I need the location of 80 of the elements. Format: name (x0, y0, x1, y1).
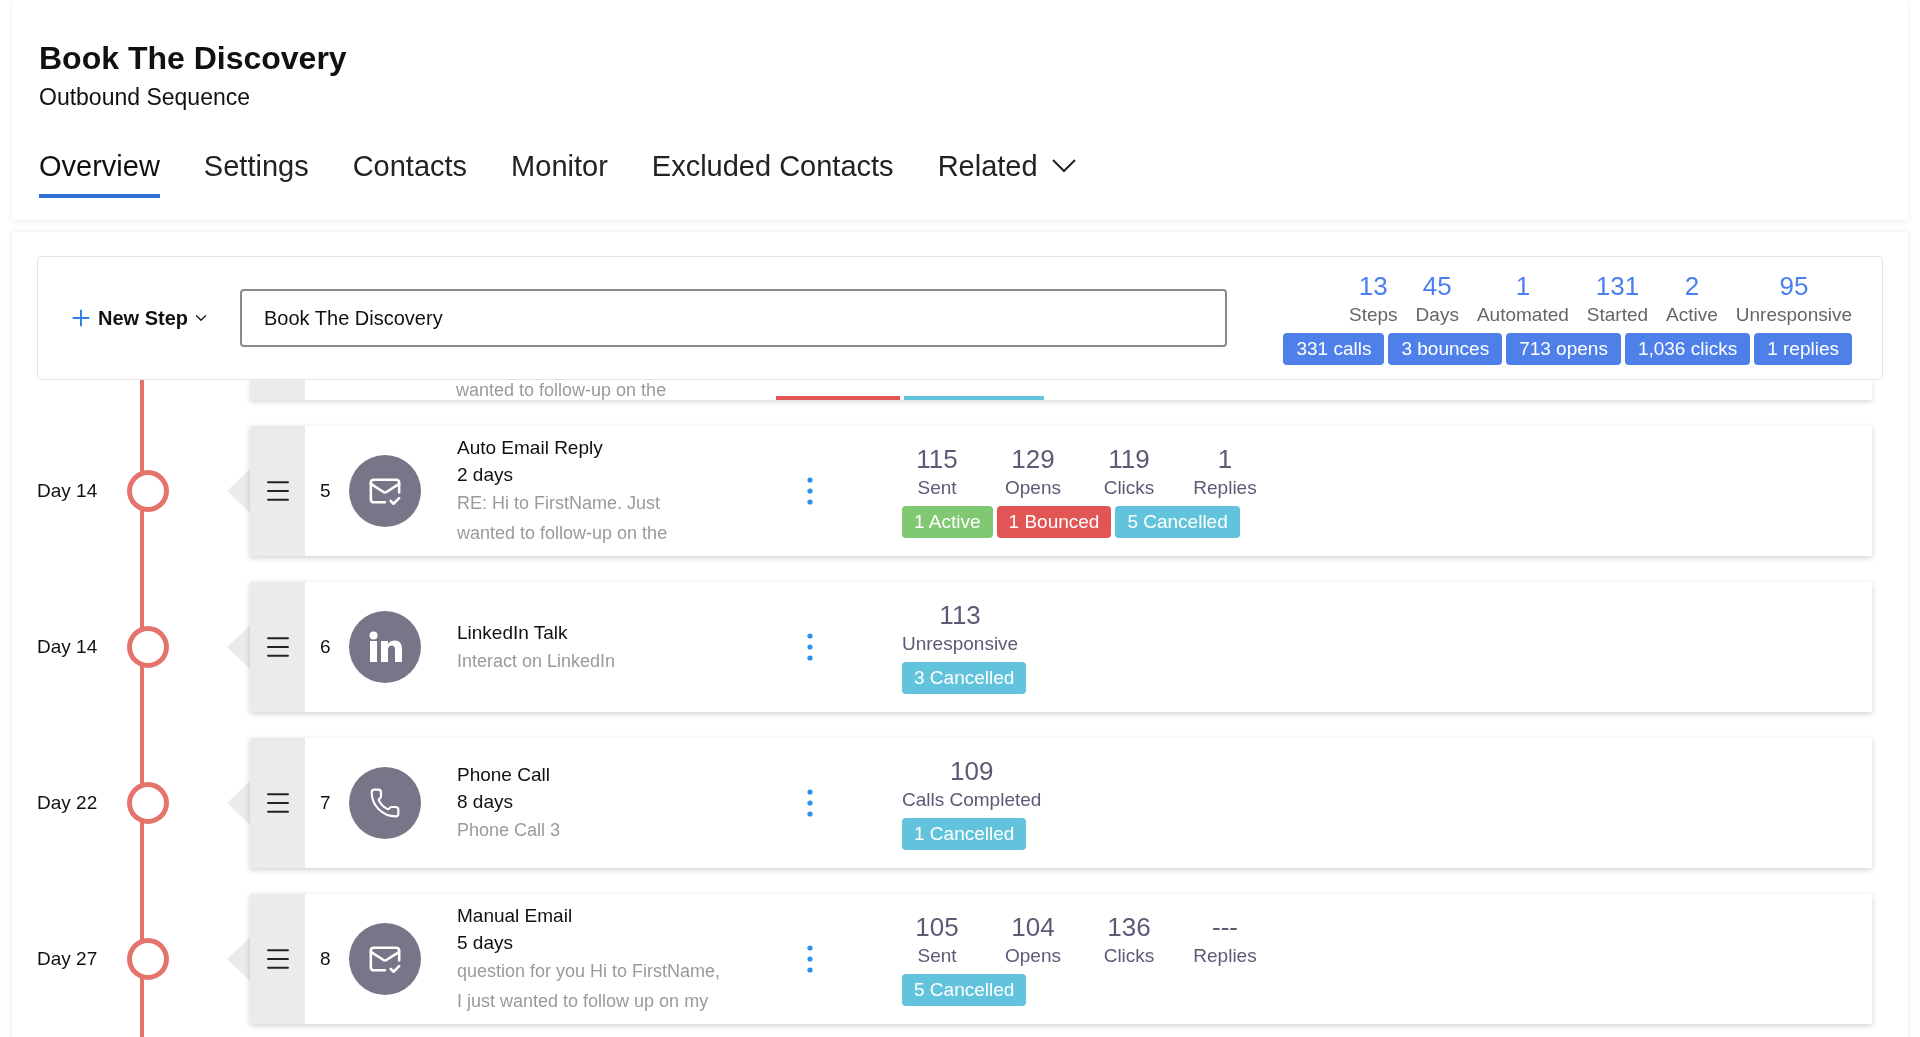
stat-label: Calls Completed (902, 788, 1042, 812)
step-description: question for you Hi to FirstName, I just wanted to follow up on my (457, 960, 722, 1013)
summary-value: 45 (1422, 271, 1452, 301)
day-label: Day 27 (37, 946, 99, 971)
step-duration: 5 days (457, 931, 514, 955)
step-title: LinkedIn Talk (457, 620, 569, 645)
page-title: Book The Discovery (39, 39, 348, 78)
step-number: 8 (320, 946, 332, 971)
sequence-name-field[interactable]: Book The Discovery (240, 289, 1228, 347)
step-description: RE: Hi to FirstName. Just wanted to follow-up on the (457, 492, 669, 545)
tab[interactable]: Contacts (352, 144, 468, 198)
stat-label: Clicks (1103, 944, 1155, 968)
stat-value: 1 (1217, 444, 1233, 474)
day-label: Day 14 (37, 478, 99, 503)
total-badge: 3 bounces (1388, 333, 1503, 365)
stat-label: Sent (917, 944, 957, 968)
summary-value: 131 (1595, 271, 1640, 301)
status-badge: 5 Cancelled (902, 974, 1027, 1006)
total-badge: 1 replies (1754, 333, 1852, 365)
tab[interactable]: Excluded Contacts (651, 144, 894, 198)
total-badge: 331 calls (1283, 333, 1385, 365)
stat-value: 129 (1011, 444, 1055, 474)
stat-label: Sent (917, 476, 957, 500)
stat-label: Unresponsive (902, 632, 1019, 656)
stat-value: 119 (1108, 444, 1150, 474)
stat-label: Opens (1005, 476, 1061, 500)
step-duration: 8 days (457, 790, 514, 814)
step-duration: 2 days (457, 463, 514, 487)
new-step-button[interactable]: New Step (68, 303, 211, 333)
stat-value: --- (1212, 912, 1238, 942)
status-badge: 1 Bounced (996, 506, 1112, 538)
summary-value: 95 (1779, 271, 1809, 301)
tab[interactable]: Monitor (511, 144, 608, 198)
more-icon (807, 789, 813, 817)
tab[interactable]: Settings (203, 144, 309, 198)
step-number: 6 (320, 634, 332, 659)
tab[interactable]: Overview (39, 144, 160, 198)
stat-value: 105 (915, 912, 959, 942)
step-number: 7 (320, 790, 332, 815)
summary-value: 13 (1358, 271, 1388, 301)
chevron-down-icon (1051, 159, 1076, 174)
tab[interactable]: Related (937, 144, 1076, 198)
stat-value: 136 (1107, 912, 1151, 942)
step-description: Interact on LinkedIn (457, 649, 617, 673)
stat-label: Replies (1193, 476, 1257, 500)
stat-label: Replies (1193, 944, 1257, 968)
summary-label: Days (1415, 303, 1459, 327)
linkedin-icon (368, 631, 402, 663)
status-badge: 3 Cancelled (902, 662, 1027, 694)
step-number: 5 (320, 478, 332, 503)
day-label: Day 14 (37, 634, 99, 659)
stat-label: Opens (1005, 944, 1061, 968)
total-badge: 713 opens (1506, 333, 1621, 365)
stat-value: 104 (1011, 912, 1055, 942)
stat-value: 109 (950, 756, 994, 786)
more-icon (807, 477, 813, 505)
summary-label: Active (1666, 303, 1718, 327)
day-label: Day 22 (37, 790, 99, 815)
summary-value: 2 (1684, 271, 1700, 301)
step-description: wanted to follow-up on the (456, 380, 667, 400)
total-badge: 1,036 clicks (1624, 333, 1751, 365)
status-badge: 5 Cancelled (1115, 506, 1240, 538)
status-badge: 1 Cancelled (902, 818, 1027, 850)
stat-value: 113 (939, 600, 981, 630)
step-description: Phone Call 3 (457, 819, 562, 842)
status-badge: 1 Active (902, 506, 993, 538)
stat-value: 115 (916, 444, 958, 474)
summary-label: Unresponsive (1735, 303, 1852, 327)
summary-label: Steps (1349, 303, 1398, 327)
more-icon (807, 945, 813, 973)
page-subtitle: Outbound Sequence (39, 83, 251, 112)
summary-label: Automated (1476, 303, 1569, 327)
summary-label: Started (1586, 303, 1649, 327)
stat-label: Clicks (1103, 476, 1155, 500)
step-title: Phone Call (457, 763, 551, 787)
phone-icon (369, 787, 401, 819)
step-title: Auto Email Reply (457, 436, 604, 460)
step-title: Manual Email (457, 904, 574, 928)
more-icon (807, 633, 813, 661)
summary-value: 1 (1515, 271, 1531, 301)
